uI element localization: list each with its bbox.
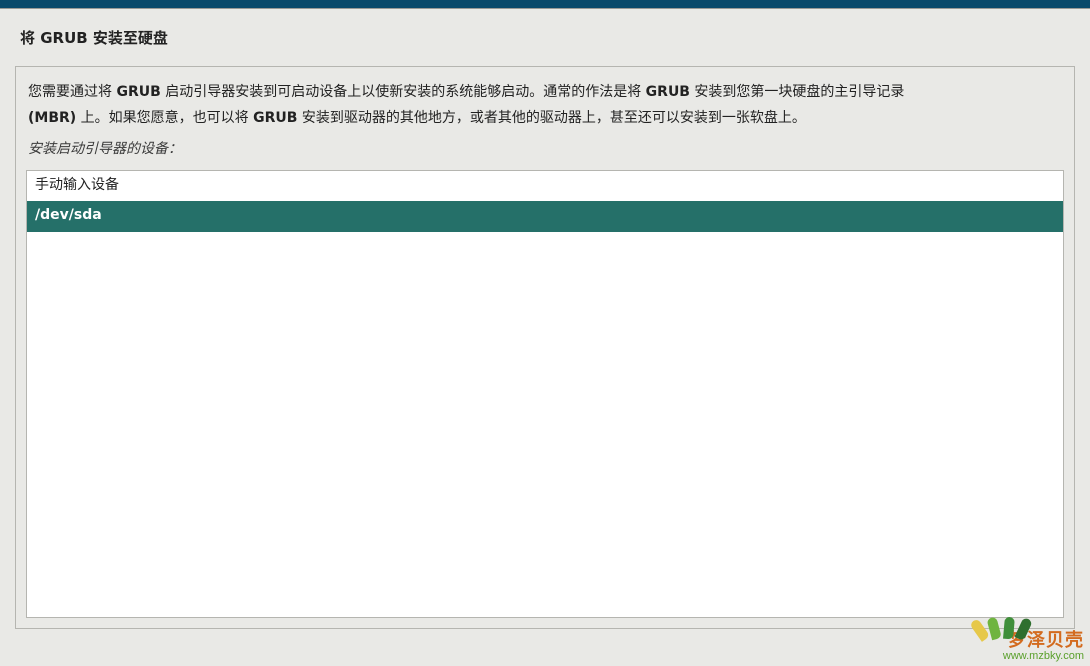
- main-panel: 您需要通过将 GRUB 启动引导器安装到可启动设备上以使新安装的系统能够启动。通…: [15, 66, 1075, 629]
- page-title: 将 GRUB 安装至硬盘: [0, 9, 1090, 66]
- text: 上。如果您愿意，也可以将: [76, 110, 253, 126]
- watermark-url: www.mzbky.com: [981, 650, 1084, 662]
- watermark-title: 梦泽贝壳: [981, 631, 1084, 651]
- text: GRUB: [646, 84, 690, 100]
- text: GRUB: [116, 84, 160, 100]
- text: 安装到您第一块硬盘的主引导记录: [690, 84, 904, 100]
- text: 安装到驱动器的其他地方，或者其他的驱动器上，甚至还可以安装到一张软盘上。: [297, 110, 805, 126]
- text: 您需要通过将: [28, 84, 116, 100]
- device-option-manual[interactable]: 手动输入设备: [27, 171, 1063, 202]
- text: (MBR): [28, 110, 76, 126]
- device-option-dev-sda[interactable]: /dev/sda: [27, 201, 1063, 232]
- title-bar-stripe: [0, 0, 1090, 9]
- text: GRUB: [253, 110, 297, 126]
- device-prompt-label: 安装启动引导器的设备：: [26, 138, 1064, 158]
- text: 启动引导器安装到可启动设备上以使新安装的系统能够启动。通常的作法是将: [161, 84, 646, 100]
- device-list[interactable]: 手动输入设备 /dev/sda: [26, 170, 1064, 618]
- description-text: 您需要通过将 GRUB 启动引导器安装到可启动设备上以使新安装的系统能够启动。通…: [26, 80, 1064, 132]
